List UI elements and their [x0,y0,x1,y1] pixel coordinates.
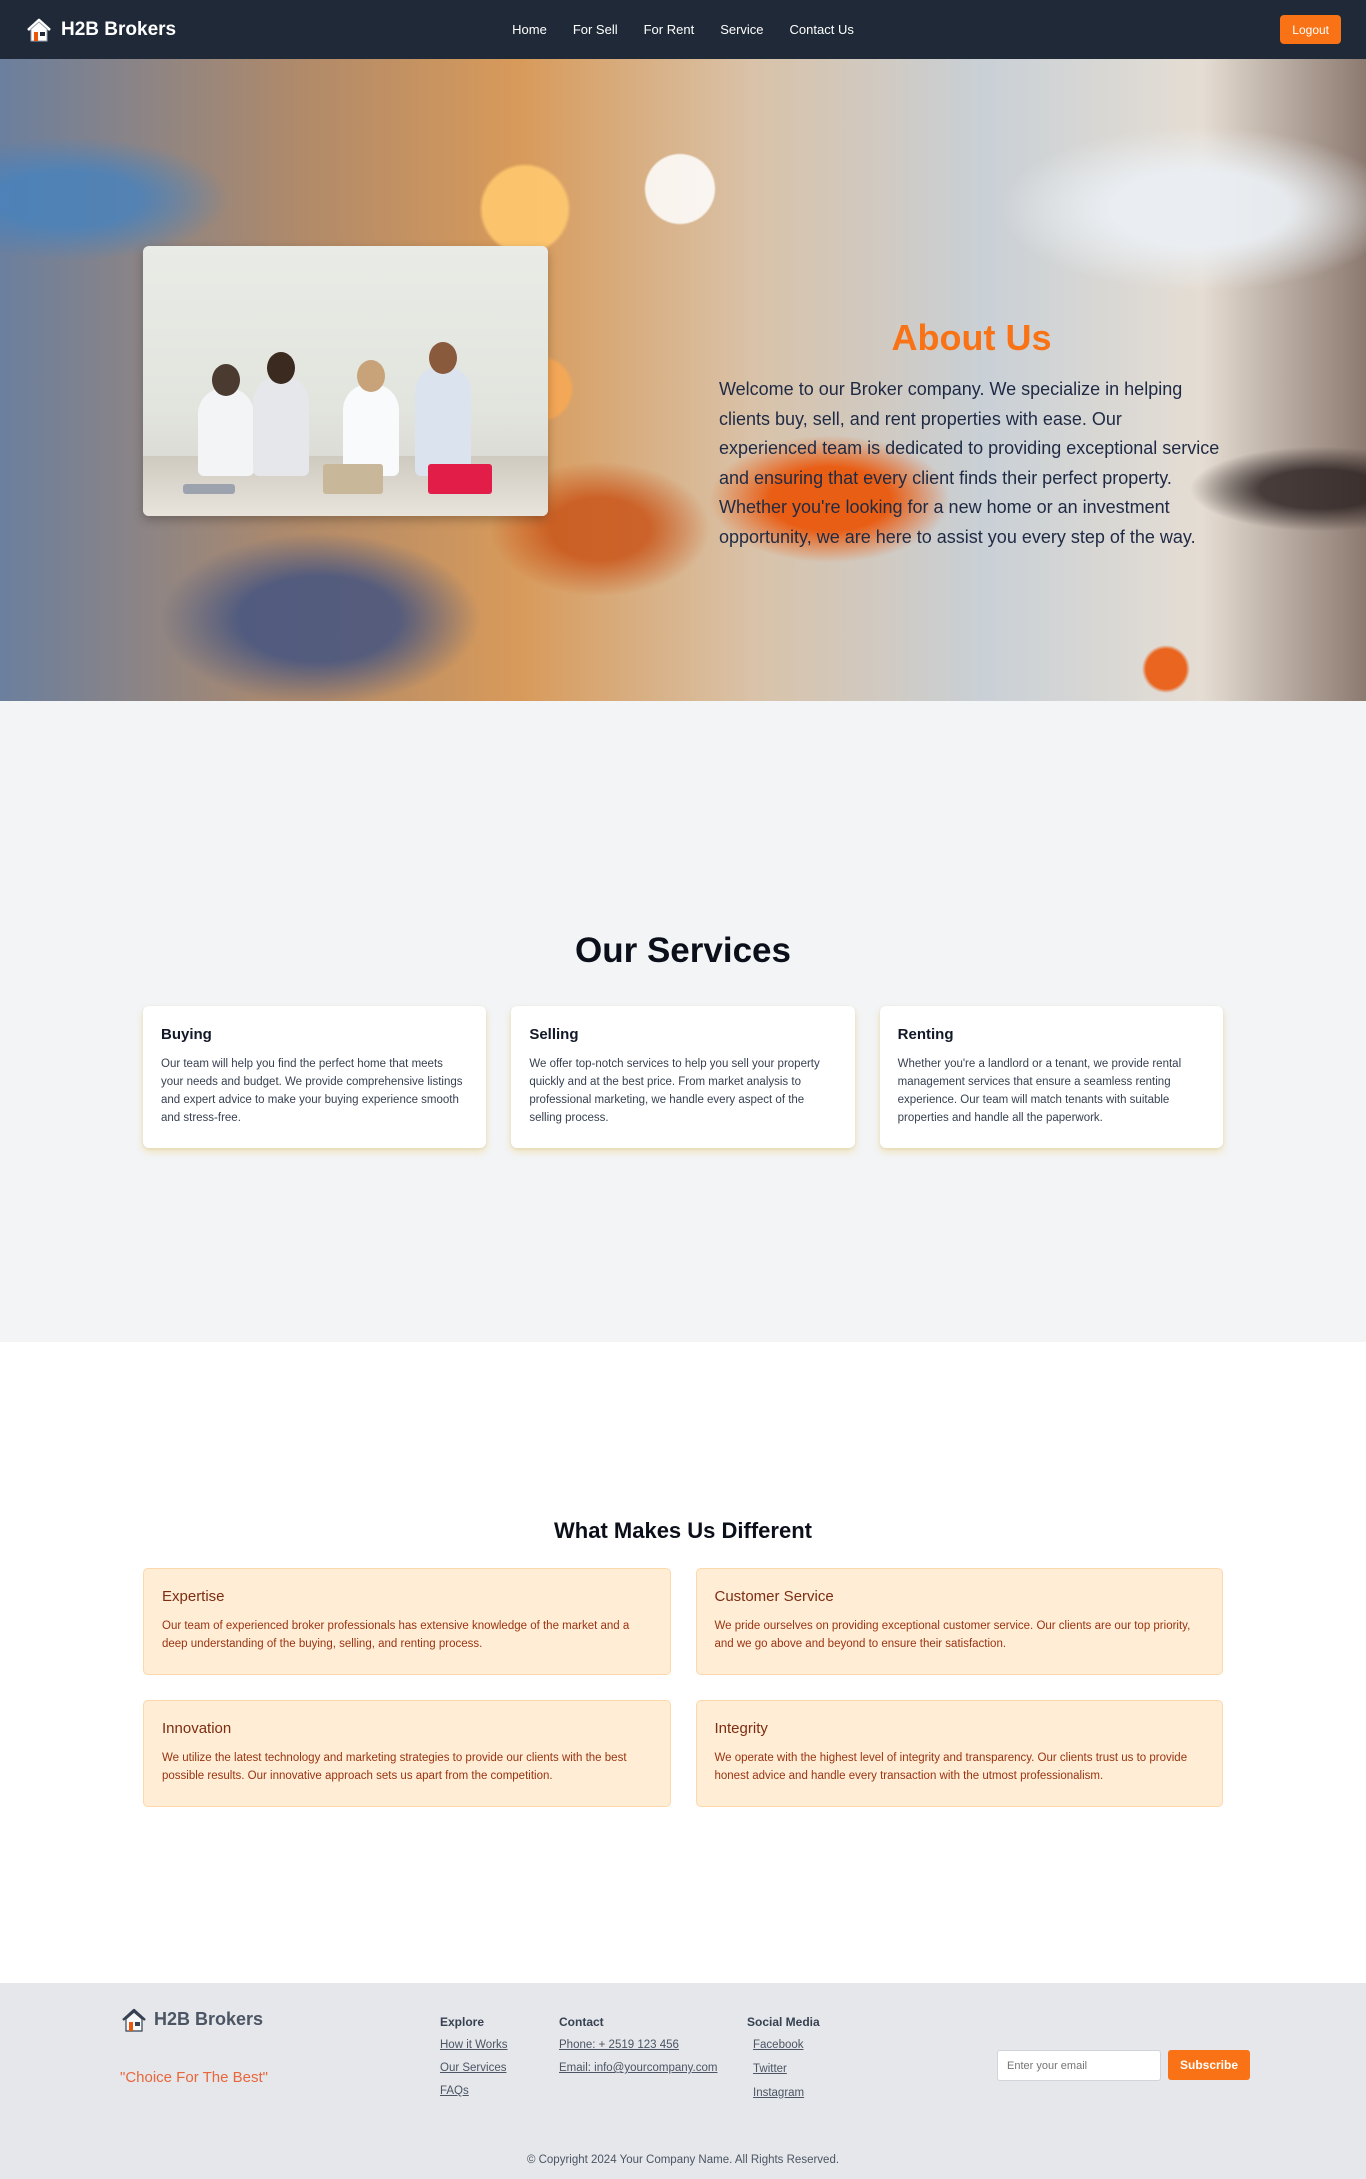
diff-card-title: Innovation [162,1720,232,1737]
diff-card-text: We utilize the latest technology and mar… [162,1752,627,1782]
footer-tagline: "Choice For The Best" [120,2069,268,2086]
house-icon [25,16,53,44]
footer: H2B Brokers "Choice For The Best" Explor… [0,1983,1366,2179]
footer-social: Social Media Facebook Twitter Instagram [747,2015,820,2111]
diff-card-expertise: Expertise Our team of experienced broker… [143,1568,671,1675]
service-cards: Buying Our team will help you find the p… [143,1006,1223,1148]
service-card-renting: Renting Whether you're a landlord or a t… [879,1006,1223,1148]
brand-name: H2B Brokers [61,18,177,40]
footer-link-faqs[interactable]: FAQs [440,2085,508,2097]
diff-card-title: Integrity [714,1720,768,1737]
brand[interactable]: H2B Brokers [25,16,176,44]
service-card-text: Our team will help you find the perfect … [161,1058,463,1124]
footer-explore: Explore How it Works Our Services FAQs [440,2015,508,2108]
house-icon [120,2005,148,2033]
subscribe-form: Subscribe [997,2050,1251,2081]
services-title: Our Services [575,931,791,970]
navbar: H2B Brokers Home For Sell For Rent Servi… [0,0,1366,59]
service-card-title: Renting [897,1026,954,1043]
nav-for-sell[interactable]: For Sell [573,22,618,37]
footer-contact: Contact Phone: + 2519 123 456 Email: inf… [559,2015,717,2085]
service-card-buying: Buying Our team will help you find the p… [143,1006,487,1148]
footer-contact-heading: Contact [559,2015,604,2029]
footer-brand[interactable]: H2B Brokers [120,2005,263,2033]
service-card-title: Selling [529,1026,579,1043]
different-grid: Expertise Our team of experienced broker… [143,1568,1223,1807]
service-card-title: Buying [161,1026,212,1043]
footer-link-phone[interactable]: Phone: + 2519 123 456 [559,2039,717,2051]
diff-card-text: Our team of experienced broker professio… [162,1620,630,1650]
services-section: Our Services Buying Our team will help y… [0,701,1366,1342]
diff-card-title: Customer Service [714,1588,834,1605]
diff-card-text: We operate with the highest level of int… [714,1752,1188,1782]
footer-link-how-it-works[interactable]: How it Works [440,2039,508,2051]
about-text: Welcome to our Broker company. We specia… [719,379,1220,547]
footer-link-twitter[interactable]: Twitter [753,2063,820,2075]
about-hero: About Us Welcome to our Broker company. … [0,59,1366,701]
nav-contact-us[interactable]: Contact Us [790,22,854,37]
service-card-text: Whether you're a landlord or a tenant, w… [897,1058,1182,1124]
footer-social-heading: Social Media [747,2015,820,2029]
diff-card-innovation: Innovation We utilize the latest technol… [143,1700,671,1807]
different-section: What Makes Us Different Expertise Our te… [0,1342,1366,1983]
diff-card-integrity: Integrity We operate with the highest le… [695,1700,1223,1807]
diff-card-title: Expertise [162,1588,225,1605]
diff-card-customer-service: Customer Service We pride ourselves on p… [695,1568,1223,1675]
service-card-text: We offer top-notch services to help you … [529,1058,820,1124]
email-field[interactable] [997,2050,1161,2081]
nav-service[interactable]: Service [720,22,763,37]
diff-card-text: We pride ourselves on providing exceptio… [714,1620,1191,1650]
footer-explore-heading: Explore [440,2015,485,2029]
about-content: About Us Welcome to our Broker company. … [719,317,1224,552]
footer-link-our-services[interactable]: Our Services [440,2062,508,2074]
footer-link-email[interactable]: Email: info@yourcompany.com [559,2062,717,2074]
copyright: © Copyright 2024 Your Company Name. All … [526,2154,840,2166]
service-card-selling: Selling We offer top-notch services to h… [511,1006,855,1148]
different-title: What Makes Us Different [554,1518,812,1543]
team-photo [143,246,548,516]
subscribe-button[interactable]: Subscribe [1168,2050,1251,2080]
footer-link-facebook[interactable]: Facebook [753,2039,820,2051]
logout-button[interactable]: Logout [1280,15,1341,44]
about-title: About Us [891,317,1052,358]
footer-brand-name: H2B Brokers [154,2008,264,2029]
nav-home[interactable]: Home [512,22,547,37]
footer-link-instagram[interactable]: Instagram [753,2087,820,2099]
nav-for-rent[interactable]: For Rent [644,22,695,37]
main-nav: Home For Sell For Rent Service Contact U… [0,0,1366,59]
